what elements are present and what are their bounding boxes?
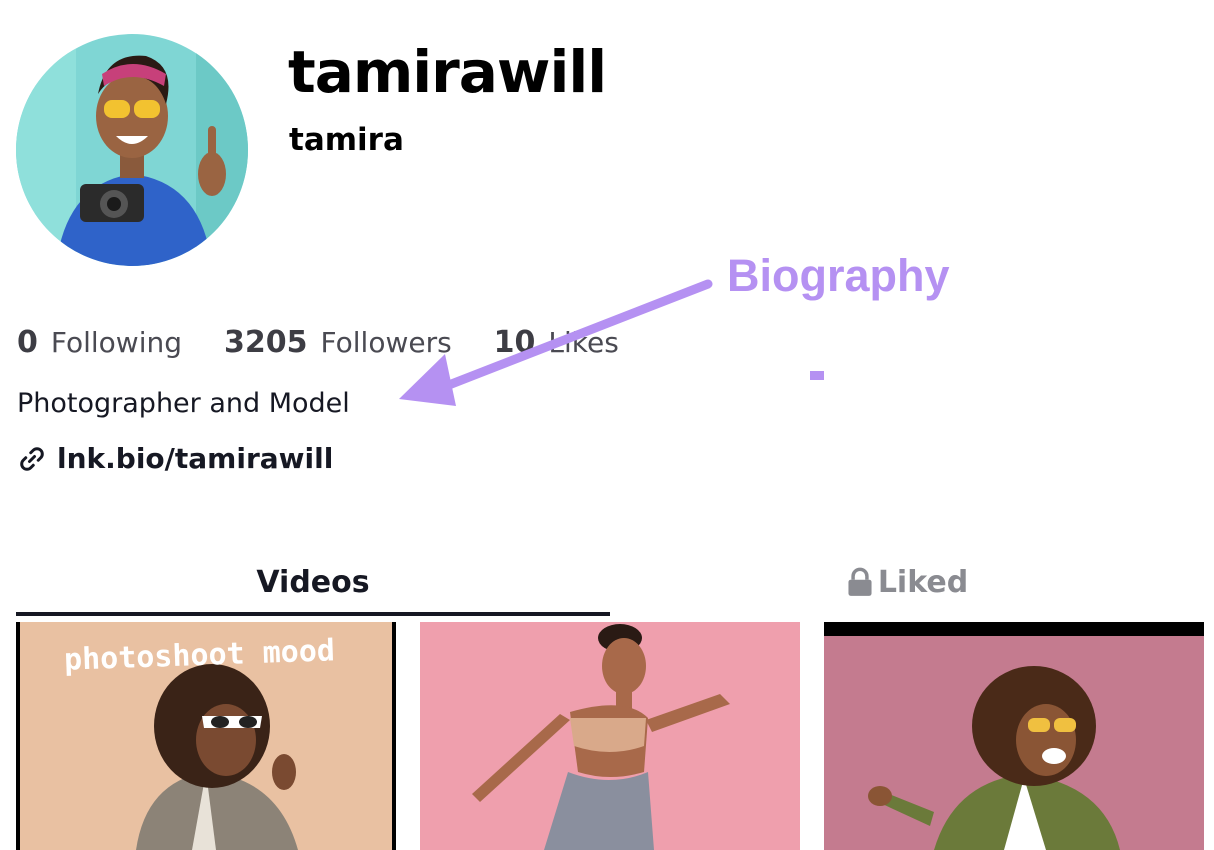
video-thumbnail[interactable]: photoshoot mood — [16, 622, 396, 850]
profile-link[interactable]: lnk.bio/tamirawill — [17, 442, 333, 475]
likes-count: 10 — [493, 324, 536, 360]
video-thumbnail-image — [420, 622, 800, 850]
tab-liked[interactable]: Liked — [610, 552, 1204, 612]
profile-avatar[interactable] — [16, 34, 248, 266]
active-tab-indicator — [16, 612, 610, 616]
profile-nickname: tamira — [289, 122, 404, 158]
lock-icon — [848, 567, 872, 596]
video-grid: photoshoot mood — [16, 622, 1204, 850]
tab-videos[interactable]: Videos — [16, 552, 610, 612]
profile-bio: Photographer and Model — [17, 388, 350, 419]
video-thumbnail[interactable] — [824, 622, 1204, 850]
annotation-label: Biography — [727, 250, 950, 301]
likes-label: Likes — [548, 325, 619, 359]
followers-count: 3205 — [224, 324, 308, 360]
profile-stats: 0 Following 3205 Followers 10 Likes — [17, 322, 661, 362]
video-thumbnail-image — [824, 622, 1204, 850]
link-icon — [20, 446, 44, 471]
following-label: Following — [50, 325, 183, 359]
stat-following[interactable]: 0 Following — [17, 325, 182, 360]
following-count: 0 — [17, 324, 38, 360]
tab-liked-label: Liked — [877, 564, 969, 600]
tab-videos-label: Videos — [256, 564, 370, 600]
stat-followers[interactable]: 3205 Followers — [224, 325, 452, 360]
profile-tabs: Videos Liked — [16, 552, 1204, 618]
avatar-photo — [16, 34, 248, 266]
profile-username: tamirawill — [288, 38, 607, 106]
followers-label: Followers — [320, 325, 452, 359]
stat-likes: 10 Likes — [494, 325, 619, 360]
profile-link-text: lnk.bio/tamirawill — [57, 442, 334, 475]
annotation-dot — [810, 371, 824, 380]
video-thumbnail[interactable] — [420, 622, 800, 850]
